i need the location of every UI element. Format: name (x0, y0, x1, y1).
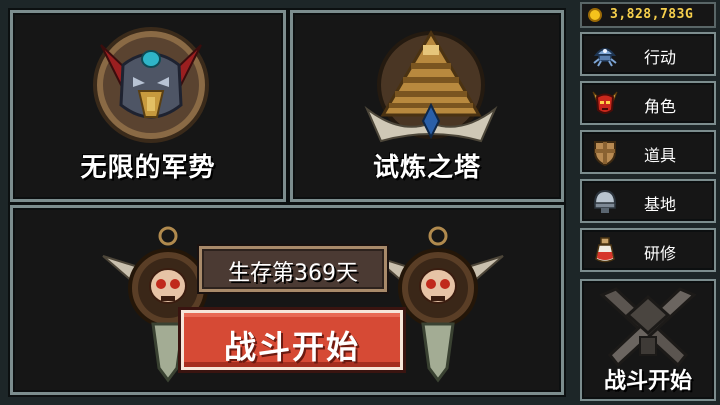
menu-action-label: 行动 (644, 48, 677, 67)
trial-tower-panel[interactable]: 试炼之塔 (290, 10, 564, 202)
legion-mode-panel[interactable]: 无限的军势 (10, 10, 286, 202)
menu-training-button[interactable]: 研修 (580, 228, 716, 272)
potion-bottle-icon (595, 237, 615, 263)
gold-counter: 3,828,783G (580, 2, 716, 28)
legion-mode-label: 无限的军势 (80, 153, 216, 183)
base-helmet-icon (593, 189, 617, 213)
tower-pyramid-emblem-icon (364, 30, 498, 143)
menu-items-button[interactable]: 道具 (580, 130, 716, 174)
gold-coin-icon (588, 8, 602, 22)
battle-start-label: 战斗开始 (223, 328, 360, 366)
crab-robot-icon (593, 48, 617, 67)
menu-character-button[interactable]: 角色 (580, 81, 716, 125)
red-demon-mask-icon (592, 91, 618, 114)
side-battle-start-button[interactable]: 战斗开始 (580, 279, 716, 401)
gold-amount: 3,828,783G (610, 7, 694, 22)
legion-mask-emblem-icon (93, 27, 209, 143)
shield-icon (594, 141, 616, 167)
trial-tower-label: 试炼之塔 (372, 153, 481, 183)
survival-day-label: 生存第369天 (228, 261, 358, 286)
side-battle-start-label: 战斗开始 (603, 369, 692, 394)
menu-items-label: 道具 (644, 146, 677, 165)
menu-character-label: 角色 (644, 97, 677, 116)
battle-start-button[interactable]: 战斗开始 (181, 310, 403, 370)
menu-base-label: 基地 (644, 195, 677, 214)
menu-action-button[interactable]: 行动 (580, 32, 716, 76)
battle-panel: 生存第369天 战斗开始 (10, 205, 564, 395)
menu-training-label: 研修 (644, 244, 677, 263)
crossed-swords-icon (599, 287, 697, 368)
menu-base-button[interactable]: 基地 (580, 179, 716, 223)
survival-day-banner: 生存第369天 (199, 246, 387, 292)
